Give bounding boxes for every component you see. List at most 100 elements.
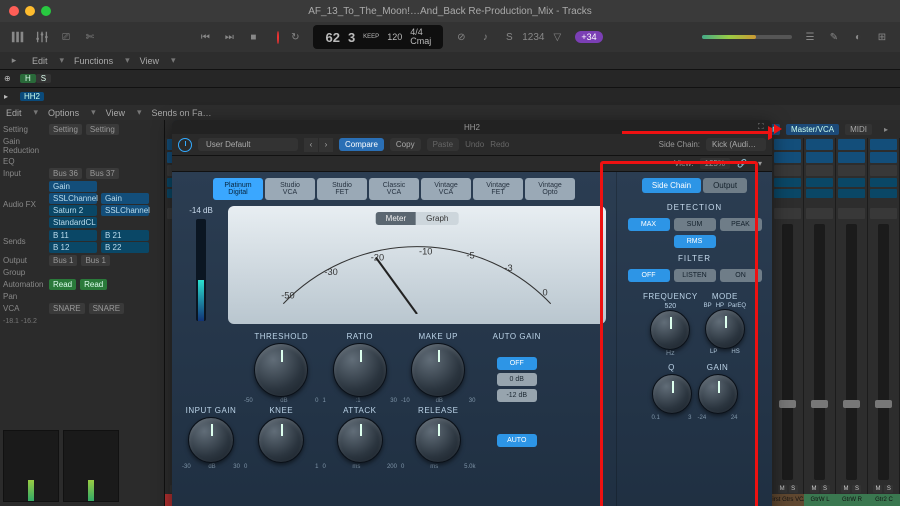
detection-button[interactable]: MAX bbox=[628, 218, 670, 231]
mixer-edit-item[interactable]: Edit bbox=[6, 108, 22, 118]
power-button[interactable] bbox=[178, 138, 192, 152]
cycle-icon[interactable]: ↻ bbox=[287, 29, 303, 45]
model-button[interactable]: ClassicVCA bbox=[369, 178, 419, 200]
chevron-down-icon[interactable]: ▾ bbox=[754, 158, 766, 170]
frequency-knob[interactable]: FREQUENCY 520 Hz bbox=[643, 292, 698, 357]
view-zoom[interactable]: 125% bbox=[700, 158, 730, 169]
ratio-knob[interactable]: RATIO 1:130 bbox=[323, 332, 398, 404]
solo-indicator[interactable]: H bbox=[20, 74, 36, 83]
filter-button[interactable]: OFF bbox=[628, 269, 670, 282]
next-preset-icon[interactable]: › bbox=[319, 138, 333, 152]
preset-dropdown[interactable]: User Default bbox=[198, 138, 298, 151]
attack-knob[interactable]: ATTACK 0ms200 bbox=[323, 406, 398, 470]
copy-button[interactable]: Copy bbox=[390, 138, 421, 151]
bus-in[interactable]: Bus 36 bbox=[49, 168, 82, 179]
vu-tab-graph[interactable]: Graph bbox=[416, 212, 458, 225]
metronome-icon[interactable]: ▽ bbox=[549, 29, 565, 45]
library-icon[interactable] bbox=[10, 29, 26, 45]
s-indicator[interactable]: S bbox=[36, 74, 51, 83]
redo-button[interactable]: Redo bbox=[490, 140, 509, 149]
automation-mode[interactable]: Read bbox=[49, 279, 76, 290]
model-button[interactable]: StudioFET bbox=[317, 178, 367, 200]
plugin-titlebar[interactable]: HH2 ⛶ bbox=[172, 120, 772, 134]
channel-fader[interactable] bbox=[63, 430, 119, 502]
mixer-edit-item[interactable]: Sends on Fa… bbox=[152, 108, 212, 118]
output-slot[interactable]: Bus 1 bbox=[81, 255, 109, 266]
link-icon[interactable]: 🔗 bbox=[736, 158, 748, 170]
threshold-knob[interactable]: THRESHOLD -50dB0 bbox=[244, 332, 319, 404]
track-selected-row[interactable]: ▸ HH2 bbox=[0, 87, 900, 105]
release-knob[interactable]: RELEASE 0ms5.0k bbox=[401, 406, 476, 470]
model-button[interactable]: VintageVCA bbox=[421, 178, 471, 200]
insert-slot[interactable]: StandardCL bbox=[49, 217, 97, 228]
track-color-label[interactable]: GtrW L bbox=[804, 494, 836, 506]
autogain-0db[interactable]: 0 dB bbox=[497, 373, 537, 386]
mixer-edit-item[interactable]: Options bbox=[48, 108, 79, 118]
editbar-item[interactable]: Edit bbox=[32, 56, 48, 66]
q-knob[interactable]: Q 0.13 bbox=[652, 363, 692, 421]
loops-icon[interactable]: ◐ bbox=[850, 29, 866, 45]
setting-button[interactable]: Setting bbox=[86, 124, 119, 135]
send-slot[interactable]: B 12 bbox=[49, 242, 97, 253]
auto-release-button[interactable]: AUTO bbox=[497, 434, 537, 447]
vu-tab-meter[interactable]: Meter bbox=[376, 212, 416, 225]
record-button[interactable] bbox=[277, 32, 279, 43]
count-icon[interactable]: 1234 bbox=[525, 29, 541, 45]
filter-button[interactable]: ON bbox=[720, 269, 762, 282]
insert-slot[interactable]: Gain bbox=[49, 181, 97, 192]
send-slot[interactable]: B 22 bbox=[101, 242, 149, 253]
makeup-knob[interactable]: MAKE UP -10dB30 bbox=[401, 332, 476, 404]
model-button[interactable]: StudioVCA bbox=[265, 178, 315, 200]
send-slot[interactable]: B 11 bbox=[49, 230, 97, 241]
stop-icon[interactable]: ■ bbox=[245, 29, 261, 45]
track-color-label[interactable]: GtrW R bbox=[836, 494, 868, 506]
mixer-tab[interactable]: Master/VCA bbox=[786, 124, 839, 135]
detection-button[interactable]: SUM bbox=[674, 218, 716, 231]
automation-mode[interactable]: Read bbox=[80, 279, 107, 290]
chevron-left-icon[interactable]: ▸ bbox=[6, 53, 22, 69]
mixer-edit-item[interactable]: View bbox=[106, 108, 125, 118]
output-tab[interactable]: Output bbox=[703, 178, 747, 193]
browser-icon[interactable]: ⊞ bbox=[874, 29, 890, 45]
autogain-12db[interactable]: -12 dB bbox=[497, 389, 537, 402]
send-slot[interactable]: B 21 bbox=[101, 230, 149, 241]
master-volume[interactable] bbox=[702, 35, 792, 39]
mixer-tab[interactable]: MIDI bbox=[845, 124, 872, 135]
model-button[interactable]: VintageOpto bbox=[525, 178, 575, 200]
mixer-channel-strip[interactable]: MS bbox=[804, 138, 836, 494]
editbar-item[interactable]: View bbox=[140, 56, 159, 66]
chevron-right-icon[interactable]: ▸ bbox=[878, 121, 894, 137]
vca-slot[interactable]: SNARE bbox=[49, 303, 85, 314]
input-gain-knob[interactable]: INPUT GAIN -30dB30 bbox=[182, 406, 240, 470]
output-slot[interactable]: Bus 1 bbox=[49, 255, 77, 266]
expand-icon[interactable]: ⛶ bbox=[758, 122, 768, 132]
vca-slot[interactable]: SNARE bbox=[89, 303, 125, 314]
notes-icon[interactable]: ✎ bbox=[826, 29, 842, 45]
replace-icon[interactable]: ⊘ bbox=[453, 29, 469, 45]
cpu-badge[interactable]: +34 bbox=[575, 31, 602, 43]
gain-knob[interactable]: GAIN -2424 bbox=[698, 363, 738, 421]
mixer-channel-strip[interactable]: MS bbox=[772, 138, 804, 494]
mixer-icon[interactable] bbox=[34, 29, 50, 45]
insert-slot[interactable]: SSLChannel bbox=[49, 193, 97, 204]
insert-slot[interactable]: Saturn 2 bbox=[49, 205, 97, 216]
paste-button[interactable]: Paste bbox=[427, 138, 459, 151]
undo-button[interactable]: Undo bbox=[465, 140, 484, 149]
track-color-label[interactable]: Gtr2 C bbox=[868, 494, 900, 506]
solo-icon[interactable]: S bbox=[501, 29, 517, 45]
lcd-display[interactable]: 62 3 KEEP 120 4/4 Cmaj bbox=[313, 25, 443, 49]
autogain-off[interactable]: OFF bbox=[497, 357, 537, 370]
sidechain-tab[interactable]: Side Chain bbox=[642, 178, 701, 193]
insert-slot[interactable]: Gain bbox=[101, 193, 149, 204]
track-color-label[interactable]: First Gtrs VCA bbox=[772, 494, 804, 506]
mixer-channel-strip[interactable]: MS bbox=[868, 138, 900, 494]
bus-in[interactable]: Bus 37 bbox=[86, 168, 119, 179]
insert-slot[interactable]: SSLChannel bbox=[101, 205, 149, 216]
editbar-item[interactable]: Functions bbox=[74, 56, 113, 66]
toolbar-icon[interactable]: ⎚ bbox=[58, 29, 74, 45]
sidechain-dropdown[interactable]: Kick (Audi… bbox=[706, 138, 766, 151]
model-button[interactable]: VintageFET bbox=[473, 178, 523, 200]
mixer-channel-strip[interactable]: MS bbox=[836, 138, 868, 494]
list-icon[interactable]: ☰ bbox=[802, 29, 818, 45]
compare-button[interactable]: Compare bbox=[339, 138, 384, 151]
